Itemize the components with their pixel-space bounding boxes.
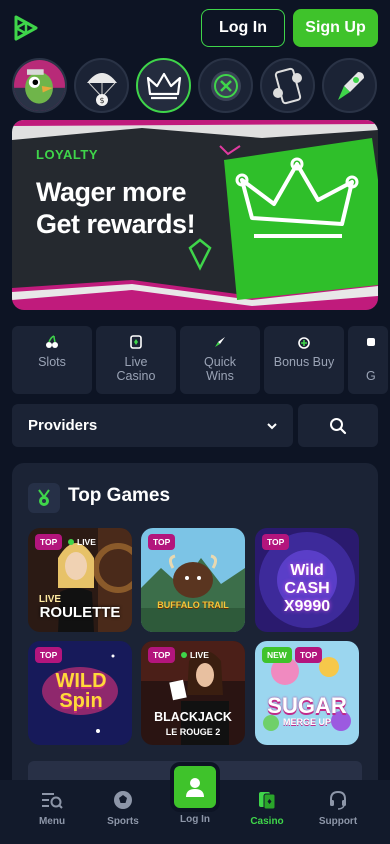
medal-icon	[28, 483, 60, 513]
category-more-label: G	[366, 369, 376, 383]
game-tile-blackjack[interactable]: TOP LIVE BLACKJACK LE ROUGE 2	[141, 641, 245, 745]
nav-sports-label: Sports	[107, 816, 139, 827]
soccer-ball-icon	[114, 791, 132, 809]
brand-logo-icon[interactable]	[12, 14, 40, 42]
nav-support-label: Support	[318, 816, 358, 827]
loyalty-banner[interactable]: LOYALTY Wager more Get rewards!	[12, 120, 378, 310]
story-rocket[interactable]	[322, 58, 377, 113]
live-indicator: LIVE	[68, 536, 96, 548]
bonus-plus-icon	[297, 335, 311, 349]
phone-chat-icon	[272, 67, 302, 104]
nav-casino[interactable]: Casino	[232, 790, 302, 827]
signup-button[interactable]: Sign Up	[293, 9, 378, 47]
nav-casino-label: Casino	[250, 816, 284, 827]
category-more[interactable]: G	[348, 326, 388, 394]
top-badge: TOP	[35, 534, 63, 550]
nav-menu[interactable]: Menu	[17, 790, 87, 827]
category-bonus-buy[interactable]: Bonus Buy	[264, 326, 344, 394]
game-tile-wild-spin[interactable]: TOP WILD Spin	[28, 641, 132, 745]
svg-text:$: $	[99, 96, 104, 105]
banner-title: Wager more Get rewards!	[36, 176, 196, 240]
new-badge: NEW	[262, 647, 292, 663]
top-badge: TOP	[148, 534, 176, 550]
user-icon	[186, 778, 204, 797]
cherries-icon	[45, 335, 59, 349]
category-bonus-buy-label: Bonus Buy	[273, 355, 335, 369]
crown-icon	[146, 72, 181, 99]
game-subtitle: LE ROUGE 2	[165, 727, 221, 737]
category-quick-wins[interactable]: Quick Wins	[180, 326, 260, 394]
game-name: Wild CASH X9990	[283, 562, 331, 615]
game-tile-sugar-merge-up[interactable]: NEW TOP SUGAR MERGE UP	[255, 641, 359, 745]
parachute-coin-icon: $	[86, 72, 117, 106]
search-button[interactable]	[298, 404, 378, 447]
story-phone[interactable]	[260, 58, 315, 113]
top-badge: TOP	[35, 647, 63, 663]
game-subtitle: MERGE UP	[282, 717, 331, 727]
playing-card-icon	[130, 335, 142, 349]
banner-title-line1: Wager more	[36, 177, 187, 207]
login-button[interactable]: Log In	[201, 9, 285, 47]
game-name: BUFFALO TRAIL	[157, 600, 229, 610]
nav-login[interactable]: Log In	[170, 762, 220, 825]
game-tile-roulette[interactable]: TOP LIVE LIVE ROULETTE	[28, 528, 132, 632]
top-badge: TOP	[262, 534, 290, 550]
category-slots[interactable]: Slots	[12, 326, 92, 394]
game-name: BLACKJACK	[154, 710, 232, 724]
top-badge: TOP	[295, 647, 323, 663]
casino-cards-icon	[259, 792, 276, 810]
category-tabs: Slots Live Casino Quick Wins Bonus Buy G	[12, 326, 390, 394]
game-name: SUGAR	[267, 693, 347, 718]
providers-label: Providers	[28, 417, 98, 434]
game-icon	[366, 335, 376, 349]
menu-search-icon	[42, 793, 63, 809]
nav-sports[interactable]: Sports	[88, 790, 158, 827]
category-live-casino-label: Live Casino	[116, 355, 156, 383]
live-indicator: LIVE	[181, 649, 209, 661]
top-games-section: Top Games TOP LIVE LIVE ROULETTE TOP BUF…	[12, 463, 378, 793]
headset-icon	[330, 790, 346, 810]
stories-carousel: $	[12, 58, 390, 118]
search-icon	[330, 417, 347, 434]
login-bubble[interactable]	[170, 762, 220, 812]
game-name: ROULETTE	[39, 604, 121, 621]
nav-login-label: Log In	[180, 814, 210, 825]
header: Log In Sign Up	[0, 0, 390, 56]
category-live-casino[interactable]: Live Casino	[96, 326, 176, 394]
game-tile-wild-cash[interactable]: TOP Wild CASH X9990	[255, 528, 359, 632]
game-tile-buffalo-trail[interactable]: TOP BUFFALO TRAIL	[141, 528, 245, 632]
parrot-character-icon	[14, 60, 65, 111]
game-name: WILD Spin	[55, 670, 107, 712]
category-slots-label: Slots	[38, 355, 66, 369]
top-games-title: Top Games	[68, 485, 171, 506]
story-chip[interactable]	[198, 58, 253, 113]
chevron-down-icon	[267, 422, 277, 429]
top-badge: TOP	[148, 647, 176, 663]
category-quick-wins-label: Quick Wins	[204, 355, 236, 383]
story-parachute[interactable]: $	[74, 58, 129, 113]
nav-support[interactable]: Support	[303, 790, 373, 827]
rocket-icon	[213, 335, 227, 349]
rocket-icon	[337, 71, 364, 100]
banner-tag: LOYALTY	[36, 147, 99, 162]
story-parrot[interactable]	[12, 58, 67, 113]
providers-dropdown[interactable]: Providers	[12, 404, 293, 447]
nav-menu-label: Menu	[38, 816, 66, 827]
story-crown[interactable]	[136, 58, 191, 113]
chip-coin-icon	[210, 70, 241, 101]
banner-title-line2: Get rewards!	[36, 209, 196, 239]
